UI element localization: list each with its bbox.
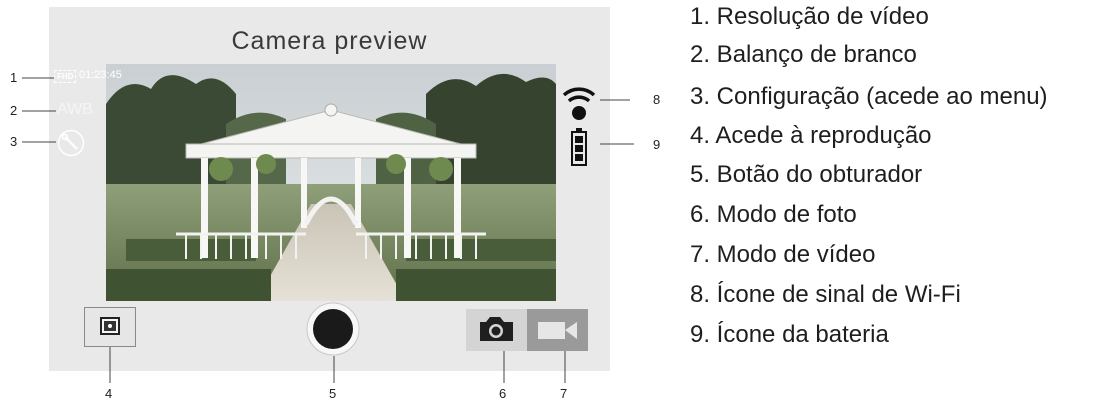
callout-leader-5 [333, 356, 335, 383]
callout-leader-9 [600, 143, 634, 145]
callout-number-1: 1 [10, 70, 18, 85]
screen-title: Camera preview [231, 27, 428, 55]
legend-item-8: 8. Ícone de sinal de Wi-Fi [690, 281, 961, 308]
wrench-icon[interactable] [57, 129, 85, 157]
video-mode-button[interactable] [527, 309, 588, 351]
camera-screen-diagram: Camera preview FHD 01:23:45 AWB 1 2 3 4 … [0, 0, 660, 401]
recording-time: 01:23:45 [79, 69, 122, 81]
legend-item-2: 2. Balanço de branco [690, 41, 917, 68]
callout-number-2: 2 [10, 103, 18, 118]
legend-item-7: 7. Modo de vídeo [690, 241, 876, 268]
legend-item-5: 5. Botão do obturador [690, 161, 923, 188]
callout-number-8: 8 [653, 92, 661, 107]
camera-preview-photo [106, 64, 556, 301]
callout-leader-7 [564, 351, 566, 383]
callout-leader-4 [109, 347, 111, 383]
callout-number-3: 3 [10, 134, 18, 149]
legend-item-3: 3. Configuração (acede ao menu) [690, 83, 1048, 110]
playback-button[interactable] [84, 307, 136, 347]
callout-leader-2 [22, 110, 56, 112]
playback-icon [100, 317, 120, 335]
callout-number-9: 9 [653, 137, 661, 152]
photo-mode-button[interactable] [466, 309, 527, 351]
video-camera-icon [538, 322, 577, 339]
video-quality-badge: FHD [54, 70, 77, 83]
callout-leader-8 [600, 99, 630, 101]
callout-leader-3 [22, 141, 56, 143]
callout-leader-6 [503, 351, 505, 383]
callout-leader-1 [22, 77, 54, 79]
white-balance-button[interactable]: AWB [57, 101, 93, 119]
legend-item-9: 9. Ícone da bateria [690, 321, 889, 348]
shutter-icon [306, 302, 360, 356]
legend-item-4: 4. Acede à reprodução [690, 122, 932, 149]
callout-number-7: 7 [560, 386, 568, 401]
wifi-icon [561, 77, 597, 123]
callout-number-6: 6 [499, 386, 507, 401]
camera-icon [480, 317, 513, 341]
callout-number-4: 4 [105, 386, 113, 401]
legend-item-6: 6. Modo de foto [690, 201, 857, 228]
battery-icon [571, 128, 587, 166]
shutter-button[interactable] [306, 302, 360, 356]
garden-gazebo-photo [106, 64, 556, 301]
legend-item-1: 1. Resolução de vídeo [690, 3, 929, 30]
callout-number-5: 5 [329, 386, 337, 401]
